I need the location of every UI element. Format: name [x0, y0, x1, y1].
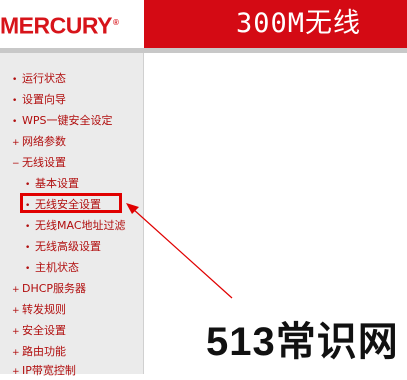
sidebar-item-forwarding-rules[interactable]: + 转发规则 — [12, 302, 66, 318]
sidebar-item-label: 无线设置 — [22, 156, 66, 169]
banner-title: 300M无线 — [236, 8, 362, 39]
sidebar-item-label: DHCP服务器 — [22, 282, 87, 295]
bullet-icon: • — [12, 96, 18, 106]
expand-plus-icon: + — [12, 348, 20, 358]
bullet-icon: • — [12, 117, 18, 127]
sidebar-item-run-status[interactable]: • 运行状态 — [12, 71, 66, 87]
sidebar-item-wireless-settings[interactable]: − 无线设置 — [12, 155, 66, 171]
sidebar-item-label: 基本设置 — [35, 177, 79, 190]
logo-text: MERCURY — [0, 12, 112, 39]
sidebar-item-label: WPS一键安全设定 — [22, 114, 113, 127]
product-banner: 300M无线 — [144, 0, 407, 48]
sidebar-item-wps[interactable]: • WPS一键安全设定 — [12, 113, 113, 129]
sidebar-item-ip-bandwidth[interactable]: + IP带宽控制 — [12, 363, 76, 379]
expand-plus-icon: + — [12, 367, 20, 377]
registered-mark: ® — [112, 18, 119, 27]
sidebar-item-label: 转发规则 — [22, 303, 66, 316]
expand-plus-icon: + — [12, 306, 20, 316]
sidebar-subitem-basic-settings[interactable]: • 基本设置 — [25, 176, 79, 192]
sidebar-subitem-mac-filter[interactable]: • 无线MAC地址过滤 — [25, 218, 126, 234]
sidebar-subitem-host-status[interactable]: • 主机状态 — [25, 260, 79, 276]
expand-plus-icon: + — [12, 327, 20, 337]
bullet-icon: • — [12, 75, 18, 85]
expand-plus-icon: + — [12, 138, 20, 148]
sidebar-item-setup-wizard[interactable]: • 设置向导 — [12, 92, 66, 108]
bullet-icon: • — [25, 180, 31, 190]
sidebar-item-security-settings[interactable]: + 安全设置 — [12, 323, 66, 339]
sidebar-item-label: 安全设置 — [22, 324, 66, 337]
collapse-minus-icon: − — [12, 159, 20, 169]
sidebar-item-label: 无线MAC地址过滤 — [35, 219, 126, 232]
sidebar-item-label: 网络参数 — [22, 135, 66, 148]
page-header: MERCURY® 300M无线 — [0, 0, 407, 48]
sidebar-item-label: 路由功能 — [22, 345, 66, 358]
watermark-text: 513常识网 — [206, 320, 399, 364]
sidebar-item-label: IP带宽控制 — [22, 364, 76, 377]
bullet-icon: • — [25, 243, 31, 253]
sidebar-item-routing[interactable]: + 路由功能 — [12, 344, 66, 360]
sidebar-item-dhcp-server[interactable]: + DHCP服务器 — [12, 281, 86, 297]
sidebar-subitem-wireless-advanced[interactable]: • 无线高级设置 — [25, 239, 101, 255]
sidebar-item-label: 主机状态 — [35, 261, 79, 274]
sidebar-item-label: 无线高级设置 — [35, 240, 101, 253]
sidebar-item-label: 设置向导 — [22, 93, 66, 106]
bullet-icon: • — [25, 222, 31, 232]
annotation-highlight-box — [20, 193, 122, 213]
sidebar-item-network-params[interactable]: + 网络参数 — [12, 134, 66, 150]
mercury-logo: MERCURY® — [0, 8, 119, 39]
sidebar-item-label: 运行状态 — [22, 72, 66, 85]
expand-plus-icon: + — [12, 285, 20, 295]
bullet-icon: • — [25, 264, 31, 274]
